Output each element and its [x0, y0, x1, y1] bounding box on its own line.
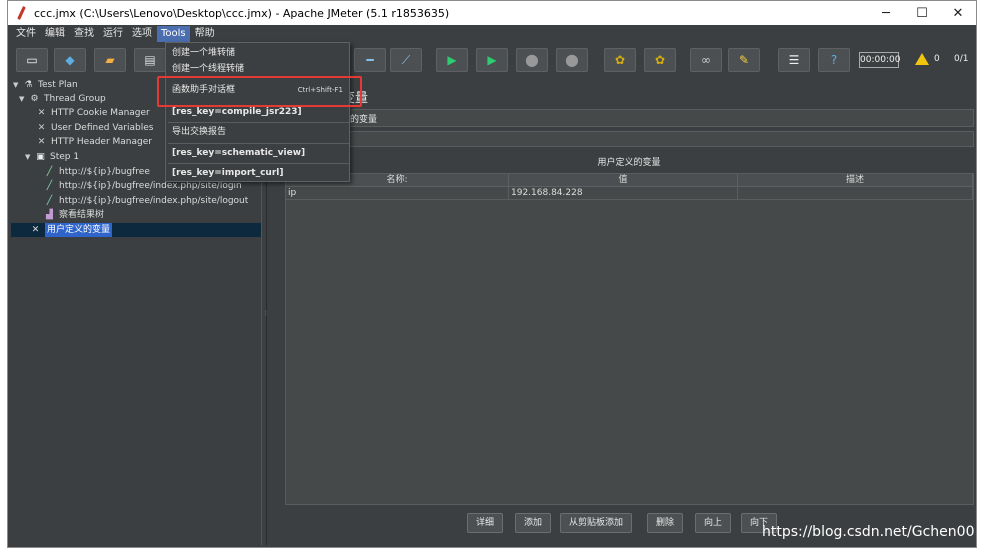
maximize-icon[interactable]: ☐	[904, 1, 940, 25]
menu-item-import-curl[interactable]: [res_key=import_curl]	[166, 163, 349, 183]
new-icon[interactable]: ▭	[16, 48, 48, 72]
title-bar: ccc.jmx (C:\Users\Lenovo\Desktop\ccc.jmx…	[8, 1, 976, 25]
wrench-icon: ✕	[37, 123, 46, 133]
delete-button[interactable]: 删除	[647, 513, 684, 533]
move-up-button[interactable]: 向上	[695, 513, 732, 533]
cell-value[interactable]: 192.168.84.228	[509, 187, 738, 200]
tree-item-sampler-logout[interactable]: ╱ http://${ip}/bugfree/index.php/site/log…	[43, 194, 249, 208]
shutdown-icon[interactable]: ⬤	[556, 48, 588, 72]
wrench-icon: ✕	[37, 137, 46, 147]
help-icon[interactable]: ?	[818, 48, 850, 72]
wrench-icon: ✕	[31, 225, 40, 235]
add-button[interactable]: 添加	[515, 513, 552, 533]
table-row[interactable]: ip 192.168.84.228	[286, 187, 973, 200]
start-no-pause-icon[interactable]: ▶	[476, 48, 508, 72]
search-binoculars-icon[interactable]: ∞	[690, 48, 722, 72]
test-plan-icon: ⚗	[24, 80, 33, 90]
tree-item-user-defined-variables[interactable]: ✕ User Defined Variables	[35, 121, 154, 135]
reset-search-icon[interactable]: ✎	[728, 48, 760, 72]
menu-run[interactable]: 运行	[99, 26, 127, 42]
menu-edit[interactable]: 编辑	[41, 26, 69, 42]
variables-table: 名称: 值 描述 ip 192.168.84.228	[285, 173, 974, 505]
table-header: 名称: 值 描述	[286, 174, 973, 187]
menu-file[interactable]: 文件	[12, 26, 40, 42]
start-icon[interactable]: ▶	[436, 48, 468, 72]
open-icon[interactable]: ▰	[94, 48, 126, 72]
column-header-value[interactable]: 值	[509, 174, 738, 187]
cell-name[interactable]: ip	[286, 187, 509, 200]
annotation-highlight-box	[157, 76, 362, 107]
menu-item-export-report[interactable]: 导出交换报告	[166, 122, 349, 142]
clear-all-icon[interactable]: ✿	[644, 48, 676, 72]
gear-icon: ⚙	[30, 94, 39, 104]
menu-item-schematic-view[interactable]: [res_key=schematic_view]	[166, 143, 349, 163]
function-helper-icon[interactable]: ☰	[778, 48, 810, 72]
jmeter-window: ccc.jmx (C:\Users\Lenovo\Desktop\ccc.jmx…	[7, 0, 977, 548]
window-title: ccc.jmx (C:\Users\Lenovo\Desktop\ccc.jmx…	[34, 6, 450, 20]
tree-item-step-1[interactable]: ▼ ▣ Step 1	[25, 150, 79, 164]
jmeter-feather-icon	[14, 5, 28, 21]
tree-item-cookie-manager[interactable]: ✕ HTTP Cookie Manager	[35, 106, 150, 120]
collapse-icon[interactable]: ━	[354, 48, 386, 72]
menu-tools[interactable]: Tools	[157, 26, 190, 42]
menu-help[interactable]: 帮助	[191, 26, 219, 42]
warning-count: 0	[934, 54, 940, 64]
pipette-icon: ╱	[46, 167, 53, 177]
templates-icon[interactable]: ◆	[54, 48, 86, 72]
wrench-icon: ✕	[37, 108, 46, 118]
chart-icon: ▟	[46, 210, 53, 220]
toggle-icon[interactable]: ⟋	[390, 48, 422, 72]
warning-icon[interactable]	[915, 53, 929, 65]
stop-icon[interactable]: ⬤	[516, 48, 548, 72]
tree-item-thread-group[interactable]: ▼ ⚙ Thread Group	[19, 92, 106, 106]
tree-item-user-variables-selected[interactable]: ✕ 用户定义的变量	[29, 223, 113, 237]
pipette-icon: ╱	[46, 196, 53, 206]
menu-bar: 文件 编辑 查找 运行 选项 Tools 帮助	[8, 25, 976, 43]
tree-item-view-results-tree[interactable]: ▟ 察看结果树	[43, 208, 104, 222]
toolbar: ▭ ◆ ▰ ▤ ━ ⟋ ▶ ▶ ⬤ ⬤ ✿ ✿ ∞ ✎ ☰ ? 00:00:00…	[8, 43, 976, 77]
tree-item-header-manager[interactable]: ✕ HTTP Header Manager	[35, 135, 152, 149]
detail-button[interactable]: 详细	[467, 513, 504, 533]
name-input[interactable]	[278, 109, 974, 127]
menu-search[interactable]: 查找	[70, 26, 98, 42]
controller-icon: ▣	[36, 152, 45, 162]
watermark-text: https://blog.csdn.net/Gchen00	[762, 524, 975, 540]
clear-icon[interactable]: ✿	[604, 48, 636, 72]
pipette-icon: ╱	[46, 181, 53, 191]
comments-input[interactable]	[278, 131, 974, 147]
tree-item-test-plan[interactable]: ▼ ⚗ Test Plan	[13, 78, 78, 92]
save-icon[interactable]: ▤	[134, 48, 166, 72]
tools-menu-dropdown: 创建一个堆转储 创建一个线程转储 函数助手对话框 Ctrl+Shift-F1 [r…	[165, 42, 350, 182]
elapsed-timer: 00:00:00	[859, 52, 900, 68]
add-from-clipboard-button[interactable]: 从剪贴板添加	[560, 513, 633, 533]
cell-description[interactable]	[738, 187, 973, 200]
column-header-description[interactable]: 描述	[738, 174, 973, 187]
table-title: 用户定义的变量	[597, 158, 661, 168]
tree-item-sampler-bugfree[interactable]: ╱ http://${ip}/bugfree	[43, 165, 150, 179]
menu-options[interactable]: 选项	[128, 26, 156, 42]
minimize-icon[interactable]: ─	[868, 1, 904, 25]
active-threads-count: 0/1	[954, 54, 969, 64]
close-icon[interactable]: ✕	[940, 1, 976, 25]
